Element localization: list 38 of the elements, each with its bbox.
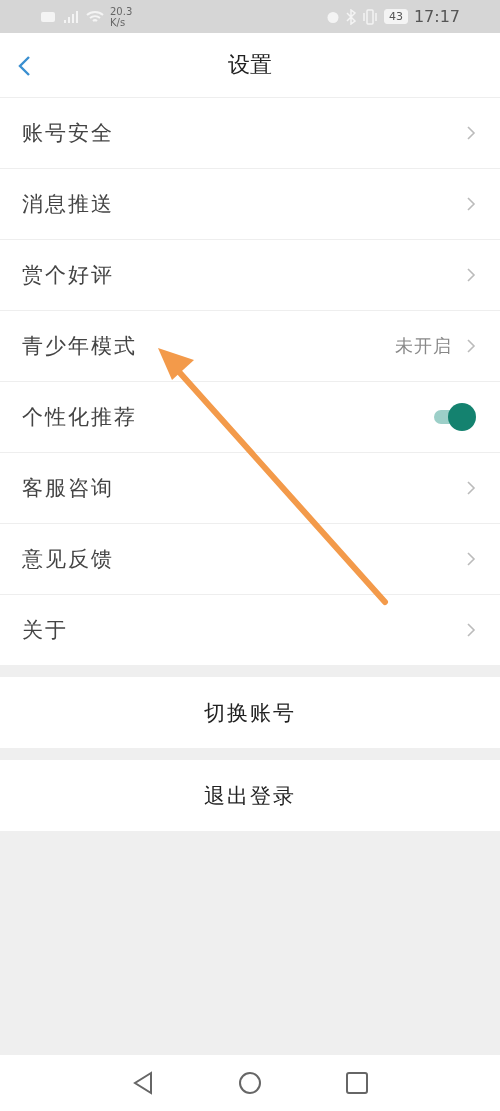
item-label: 账号安全	[22, 120, 115, 147]
chevron-icon	[466, 338, 476, 354]
item-label: 客服咨询	[22, 475, 115, 502]
item-label: 赏个好评	[22, 262, 115, 289]
speed-unit: K/s	[110, 16, 127, 28]
chevron-icon	[466, 125, 476, 141]
settings-item[interactable]: 账号安全	[0, 98, 500, 169]
wifi-icon	[86, 9, 104, 24]
settings-item[interactable]: 意见反馈	[0, 524, 500, 595]
item-label: 意见反馈	[22, 546, 115, 573]
item-value: 未开启	[395, 334, 452, 358]
toggle-switch[interactable]	[432, 402, 476, 432]
item-label: 个性化推荐	[22, 404, 138, 431]
back-icon[interactable]	[132, 1071, 154, 1095]
back-icon[interactable]	[16, 55, 32, 77]
settings-item[interactable]: 赏个好评	[0, 240, 500, 311]
action-button[interactable]: 退出登录	[0, 760, 500, 831]
item-label: 青少年模式	[22, 333, 138, 360]
signal-icon	[62, 9, 80, 24]
chevron-icon	[466, 267, 476, 283]
page-title: 设置	[228, 51, 272, 79]
settings-item[interactable]: 消息推送	[0, 169, 500, 240]
network-speed: 20.3	[110, 5, 133, 17]
battery-indicator: 43	[383, 9, 408, 24]
item-label: 消息推送	[22, 191, 115, 218]
chevron-icon	[466, 551, 476, 567]
bluetooth-icon	[345, 8, 356, 25]
recents-icon[interactable]	[346, 1072, 368, 1094]
chevron-icon	[466, 196, 476, 212]
chevron-icon	[466, 622, 476, 638]
settings-item[interactable]: 客服咨询	[0, 453, 500, 524]
item-label: 关于	[22, 617, 69, 644]
home-icon[interactable]	[238, 1071, 262, 1095]
vibrate-icon	[361, 8, 378, 25]
settings-item[interactable]: 关于	[0, 595, 500, 665]
chevron-icon	[466, 480, 476, 496]
status-time: 17:17	[413, 7, 460, 26]
action-button[interactable]: 切换账号	[0, 677, 500, 748]
